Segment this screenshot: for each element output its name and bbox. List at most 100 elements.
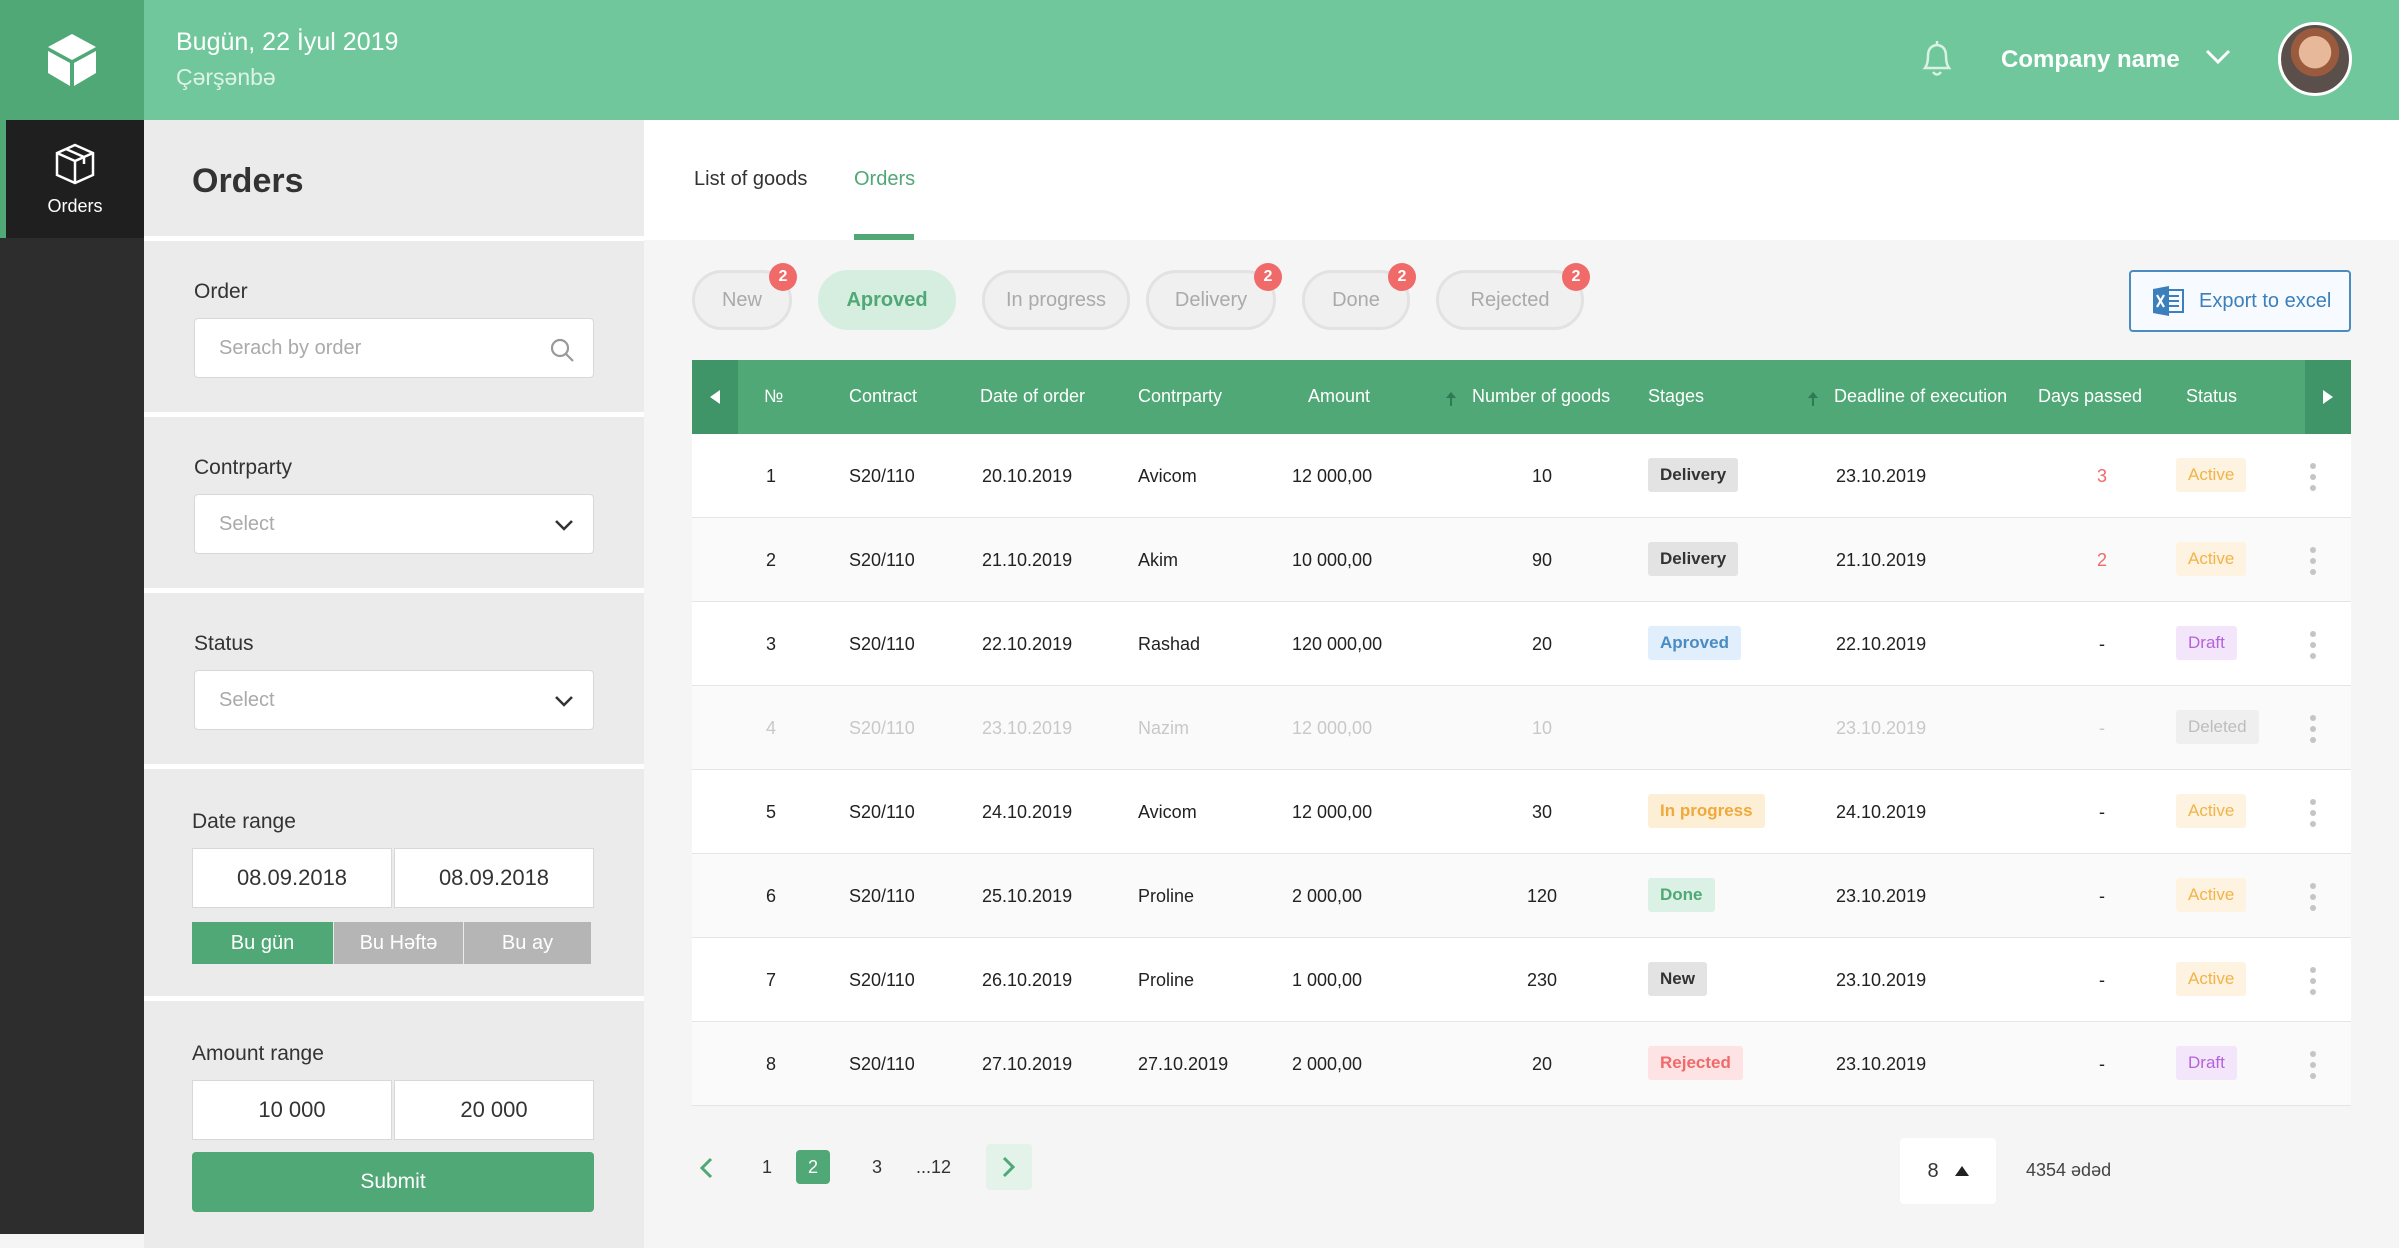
date-from-input[interactable]: 08.09.2018	[192, 848, 392, 908]
more-options-icon[interactable]	[2308, 630, 2318, 660]
cell-days-passed: -	[2099, 802, 2105, 822]
app-logo[interactable]	[0, 0, 144, 120]
stage-badge: New	[1648, 962, 1707, 996]
chevron-down-icon	[555, 696, 573, 707]
filter-pill-in-progress[interactable]: In progress	[982, 270, 1130, 330]
table-row[interactable]: 5 S20/110 24.10.2019 Avicom 12 000,00 30 In pr…	[692, 770, 2351, 854]
contrparty-select-value: Select	[219, 512, 275, 535]
cell-number: 4	[766, 718, 777, 738]
page-3-button[interactable]: 3	[860, 1150, 894, 1184]
more-options-icon[interactable]	[2308, 798, 2318, 828]
cell-date: 21.10.2019	[982, 550, 1073, 570]
more-options-icon[interactable]	[2308, 546, 2318, 576]
page-title: Orders	[192, 162, 304, 200]
tab-orders[interactable]: Orders	[854, 168, 915, 191]
more-options-icon[interactable]	[2308, 462, 2318, 492]
cell-deadline: 23.10.2019	[1836, 718, 1927, 738]
scroll-left-button[interactable]	[692, 360, 738, 434]
left-rail: Orders	[0, 0, 144, 1234]
column-header-amount[interactable]: Amount	[1308, 386, 1370, 407]
order-search-input[interactable]: Serach by order	[194, 318, 594, 378]
column-header-status[interactable]: Status	[2186, 386, 2237, 407]
table-row[interactable]: 3 S20/110 22.10.2019 Rashad 120 000,00 20 Apro…	[692, 602, 2351, 686]
search-icon	[550, 338, 574, 362]
table-row[interactable]: 1 S20/110 20.10.2019 Avicom 12 000,00 10 Deliv…	[692, 434, 2351, 518]
cell-days-passed: -	[2099, 1054, 2105, 1074]
more-options-icon[interactable]	[2308, 966, 2318, 996]
current-weekday: Çərşənbə	[176, 64, 276, 90]
column-header-number: №	[764, 386, 784, 406]
more-options-icon[interactable]	[2308, 714, 2318, 744]
status-select-value: Select	[219, 688, 275, 711]
page-last-button[interactable]: ...12	[916, 1150, 951, 1184]
cell-contract: S20/110	[849, 718, 915, 738]
cell-deadline: 23.10.2019	[1836, 466, 1927, 486]
status-badge: Draft	[2176, 626, 2237, 660]
table-row[interactable]: 8 S20/110 27.10.2019 27.10.2019 2 000,00 20 Re…	[692, 1022, 2351, 1106]
cell-contrparty: Rashad	[1138, 634, 1201, 654]
column-header-stages[interactable]: Stages	[1648, 386, 1704, 407]
cell-number: 5	[766, 802, 777, 822]
cell-amount: 12 000,00	[1292, 466, 1373, 486]
cell-days-passed: 2	[2096, 550, 2107, 570]
cell-date: 24.10.2019	[982, 802, 1073, 822]
amount-from-input[interactable]: 10 000	[192, 1080, 392, 1140]
cell-contract: S20/110	[849, 886, 915, 906]
table-row[interactable]: 7 S20/110 26.10.2019 Proline 1 000,00 230 New 2…	[692, 938, 2351, 1022]
cell-number: 1	[766, 466, 777, 486]
amount-to-input[interactable]: 20 000	[394, 1080, 594, 1140]
column-header-contrparty[interactable]: Contrparty	[1138, 386, 1222, 407]
column-header-deadline[interactable]: Deadline of execution	[1834, 386, 2007, 407]
column-header-days-passed[interactable]: Days passed	[2038, 386, 2142, 407]
status-badge: Active	[2176, 458, 2247, 492]
more-options-icon[interactable]	[2308, 1050, 2318, 1080]
per-page-select[interactable]: 8	[1900, 1138, 1996, 1204]
filter-pill-label: Delivery	[1174, 288, 1248, 311]
table-row[interactable]: 2 S20/110 21.10.2019 Akim 10 000,00 90 Deliver…	[692, 518, 2351, 602]
period-week-button[interactable]: Bu Həftə	[334, 922, 464, 964]
cell-amount: 12 000,00	[1292, 802, 1373, 822]
status-select[interactable]: Select	[194, 670, 594, 730]
user-avatar[interactable]	[2278, 22, 2352, 96]
nav-item-orders[interactable]: Orders	[0, 120, 144, 238]
scroll-right-button[interactable]	[2305, 360, 2351, 434]
tab-list-of-goods[interactable]: List of goods	[694, 168, 807, 191]
cell-contrparty: Nazim	[1138, 718, 1190, 738]
count-badge: 2	[1562, 263, 1590, 291]
chevron-right-icon	[1002, 1156, 1016, 1178]
status-badge: Deleted	[2176, 710, 2259, 744]
sort-up-icon[interactable]	[1808, 392, 1818, 406]
period-month-button[interactable]: Bu ay	[464, 922, 592, 964]
cell-number-of-goods: 10	[1531, 466, 1553, 486]
table-row[interactable]: 4 S20/110 23.10.2019 Nazim 12 000,00 10 23.10.…	[692, 686, 2351, 770]
page-1-button[interactable]: 1	[750, 1150, 784, 1184]
column-header-number-of-goods[interactable]: Number of goods	[1472, 386, 1610, 407]
cell-contract: S20/110	[849, 1054, 915, 1074]
export-to-excel-button[interactable]: Export to excel	[2129, 270, 2351, 332]
company-name[interactable]: Company name	[2001, 46, 2180, 74]
more-options-icon[interactable]	[2308, 882, 2318, 912]
total-count: 4354 ədəd	[2026, 1160, 2112, 1180]
cell-date: 23.10.2019	[982, 718, 1073, 738]
date-to-input[interactable]: 08.09.2018	[394, 848, 594, 908]
table-row[interactable]: 6 S20/110 25.10.2019 Proline 2 000,00 120 Done…	[692, 854, 2351, 938]
nav-item-orders-label: Orders	[47, 195, 103, 216]
cell-number: 2	[766, 550, 777, 570]
filter-pill-aproved[interactable]: Aproved	[818, 270, 956, 330]
column-header-contract[interactable]: Contract	[849, 386, 917, 407]
chevron-left-icon[interactable]	[698, 1156, 714, 1180]
cell-days-passed: 3	[2096, 466, 2107, 486]
caret-up-icon	[1954, 1166, 1969, 1176]
cell-date: 20.10.2019	[982, 466, 1073, 486]
contrparty-select[interactable]: Select	[194, 494, 594, 554]
chevron-down-icon[interactable]	[2204, 48, 2232, 66]
sort-up-icon[interactable]	[1446, 392, 1456, 406]
bell-icon[interactable]	[1920, 38, 1954, 78]
page-2-button[interactable]: 2	[796, 1150, 830, 1184]
submit-button[interactable]: Submit	[192, 1152, 594, 1212]
next-page-button[interactable]	[986, 1144, 1032, 1190]
cell-number-of-goods: 90	[1531, 550, 1553, 570]
column-header-date[interactable]: Date of order	[980, 386, 1085, 407]
excel-icon	[2153, 286, 2184, 316]
period-today-button[interactable]: Bu gün	[192, 922, 334, 964]
